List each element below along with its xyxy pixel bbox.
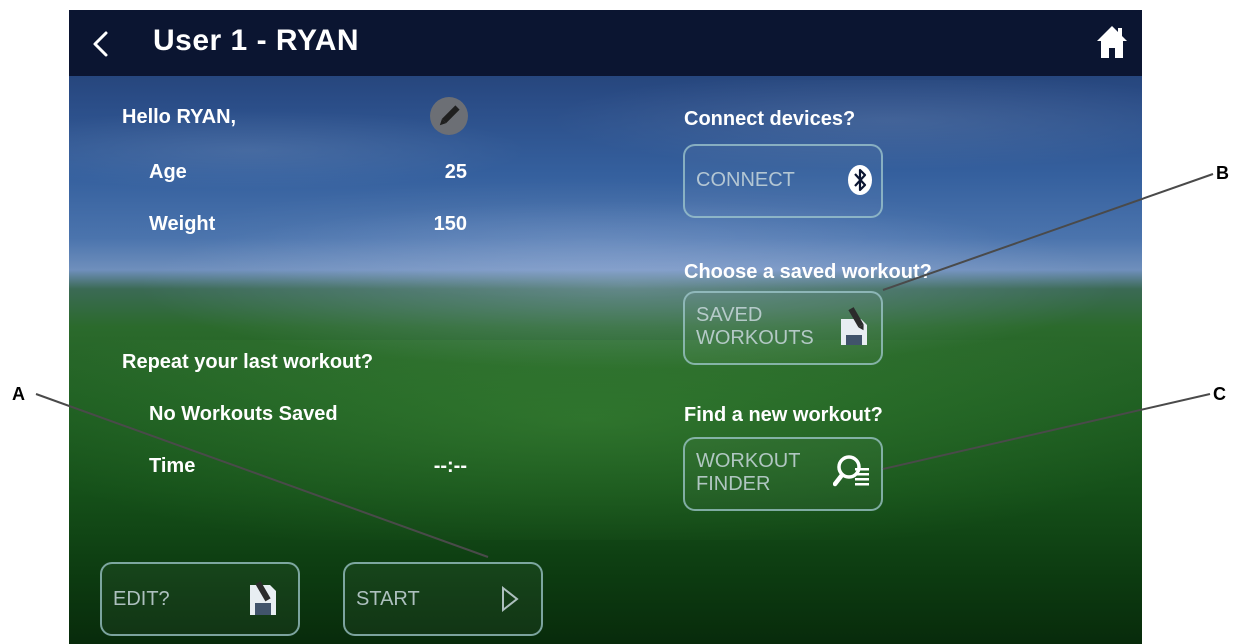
callout-a-label: A — [12, 384, 25, 404]
callout-c-line — [882, 393, 1211, 470]
callout-b-line — [882, 173, 1214, 291]
callout-a-line — [35, 393, 489, 558]
callout-lines — [35, 173, 1214, 558]
callout-b-label: B — [1216, 163, 1229, 183]
callout-c-label: C — [1213, 384, 1226, 404]
